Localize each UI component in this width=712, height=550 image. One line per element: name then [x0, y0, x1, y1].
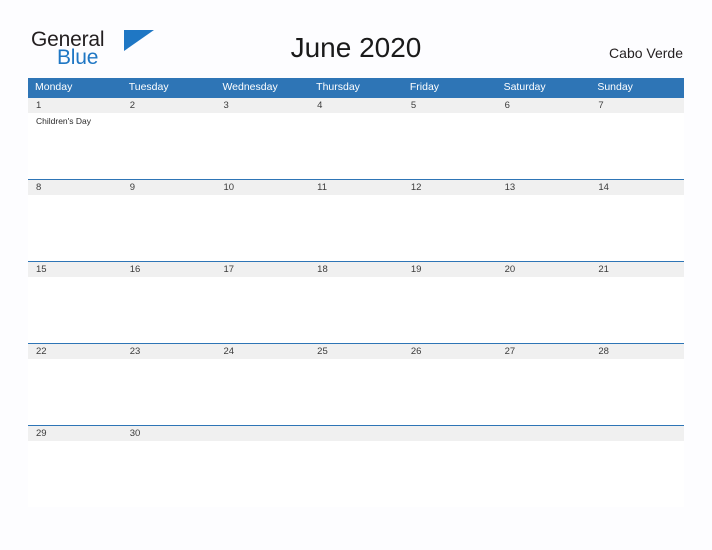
week-date-band: 8 9 10 11 12 13 14 [28, 180, 684, 195]
week-event-band [28, 195, 685, 261]
day-cell[interactable] [215, 195, 310, 261]
weekday-monday: Monday [35, 81, 73, 93]
day-cell[interactable] [215, 441, 310, 507]
day-cell[interactable] [215, 113, 310, 179]
calendar-week-row: 1 2 3 4 5 6 7 Children's Day [28, 97, 685, 179]
date-number[interactable] [590, 426, 684, 441]
date-number[interactable]: 5 [403, 98, 497, 113]
day-cell[interactable] [496, 441, 591, 507]
week-event-band: Children's Day [28, 113, 685, 179]
day-cell[interactable] [215, 277, 310, 343]
day-cell[interactable] [496, 277, 591, 343]
calendar-page: General Blue June 2020 Cabo Verde Monday… [0, 0, 712, 550]
date-number[interactable]: 17 [215, 262, 309, 277]
day-cell[interactable] [215, 359, 310, 425]
date-number[interactable] [497, 426, 591, 441]
date-number[interactable]: 4 [309, 98, 403, 113]
date-number[interactable]: 18 [309, 262, 403, 277]
date-number[interactable] [215, 426, 309, 441]
day-cell[interactable] [590, 195, 685, 261]
day-cell[interactable] [402, 113, 497, 179]
day-cell[interactable] [309, 359, 403, 425]
date-number[interactable]: 14 [590, 180, 684, 195]
date-number[interactable]: 20 [497, 262, 591, 277]
day-cell[interactable] [590, 359, 685, 425]
date-number[interactable]: 22 [28, 344, 122, 359]
calendar-week-row: 22 23 24 25 26 27 28 [28, 343, 685, 425]
day-cell[interactable] [28, 441, 122, 507]
day-cell[interactable] [309, 195, 403, 261]
date-number[interactable]: 28 [590, 344, 684, 359]
weekday-wednesday: Wednesday [222, 81, 278, 93]
date-number[interactable] [309, 426, 403, 441]
day-cell[interactable] [121, 195, 216, 261]
date-number[interactable] [403, 426, 497, 441]
day-cell[interactable] [402, 359, 497, 425]
date-number[interactable]: 9 [122, 180, 216, 195]
date-number[interactable]: 27 [497, 344, 591, 359]
week-event-band [28, 277, 685, 343]
date-number[interactable]: 30 [122, 426, 216, 441]
day-cell[interactable] [590, 277, 685, 343]
day-cell[interactable] [28, 359, 122, 425]
calendar-week-row: 15 16 17 18 19 20 21 [28, 261, 685, 343]
date-number[interactable]: 25 [309, 344, 403, 359]
week-date-band: 15 16 17 18 19 20 21 [28, 262, 684, 277]
event-label: Children's Day [36, 116, 92, 126]
day-cell[interactable] [402, 195, 497, 261]
day-cell[interactable] [28, 277, 122, 343]
date-number[interactable]: 13 [497, 180, 591, 195]
date-number[interactable]: 23 [122, 344, 216, 359]
day-cell[interactable] [402, 441, 497, 507]
weekday-saturday: Saturday [503, 81, 546, 93]
calendar-grid: Monday Tuesday Wednesday Thursday Friday… [28, 78, 685, 507]
date-number[interactable]: 6 [497, 98, 591, 113]
day-cell[interactable] [309, 113, 403, 179]
week-event-band [28, 441, 685, 507]
weekday-sunday: Sunday [597, 81, 633, 93]
date-number[interactable]: 29 [28, 426, 122, 441]
date-number[interactable]: 10 [215, 180, 309, 195]
weekday-thursday: Thursday [316, 81, 360, 93]
day-cell[interactable] [496, 113, 591, 179]
day-cell[interactable] [496, 359, 591, 425]
day-cell[interactable] [121, 113, 216, 179]
date-number[interactable]: 16 [122, 262, 216, 277]
day-cell[interactable]: Children's Day [28, 113, 122, 179]
page-title: June 2020 [290, 32, 422, 63]
week-date-band: 22 23 24 25 26 27 28 [28, 344, 684, 359]
day-cell[interactable] [309, 441, 403, 507]
date-number[interactable]: 8 [28, 180, 122, 195]
day-cell[interactable] [590, 113, 685, 179]
day-cell[interactable] [309, 277, 403, 343]
date-number[interactable]: 3 [215, 98, 309, 113]
date-number[interactable]: 26 [403, 344, 497, 359]
date-number[interactable]: 12 [403, 180, 497, 195]
date-number[interactable]: 21 [590, 262, 684, 277]
date-number[interactable]: 7 [590, 98, 684, 113]
region-label: Cabo Verde [609, 45, 683, 61]
calendar-week-row: 8 9 10 11 12 13 14 [28, 179, 685, 261]
weekday-tuesday: Tuesday [128, 81, 169, 93]
day-cell[interactable] [121, 359, 216, 425]
day-cell[interactable] [28, 195, 122, 261]
date-number[interactable]: 2 [122, 98, 216, 113]
day-cell[interactable] [496, 195, 591, 261]
week-event-band [28, 359, 685, 425]
week-date-band: 1 2 3 4 5 6 7 [28, 98, 684, 113]
date-number[interactable]: 11 [309, 180, 403, 195]
date-number[interactable]: 1 [28, 98, 122, 113]
weekday-friday: Friday [409, 81, 440, 93]
weekday-header-row: Monday Tuesday Wednesday Thursday Friday… [28, 78, 684, 97]
day-cell[interactable] [121, 277, 216, 343]
day-cell[interactable] [402, 277, 497, 343]
date-number[interactable]: 15 [28, 262, 122, 277]
date-number[interactable]: 24 [215, 344, 309, 359]
day-cell[interactable] [590, 441, 685, 507]
page-header: General Blue June 2020 Cabo Verde [0, 0, 712, 76]
date-number[interactable]: 19 [403, 262, 497, 277]
calendar-week-row: 29 30 [28, 425, 685, 507]
week-date-band: 29 30 [28, 426, 684, 441]
day-cell[interactable] [121, 441, 216, 507]
